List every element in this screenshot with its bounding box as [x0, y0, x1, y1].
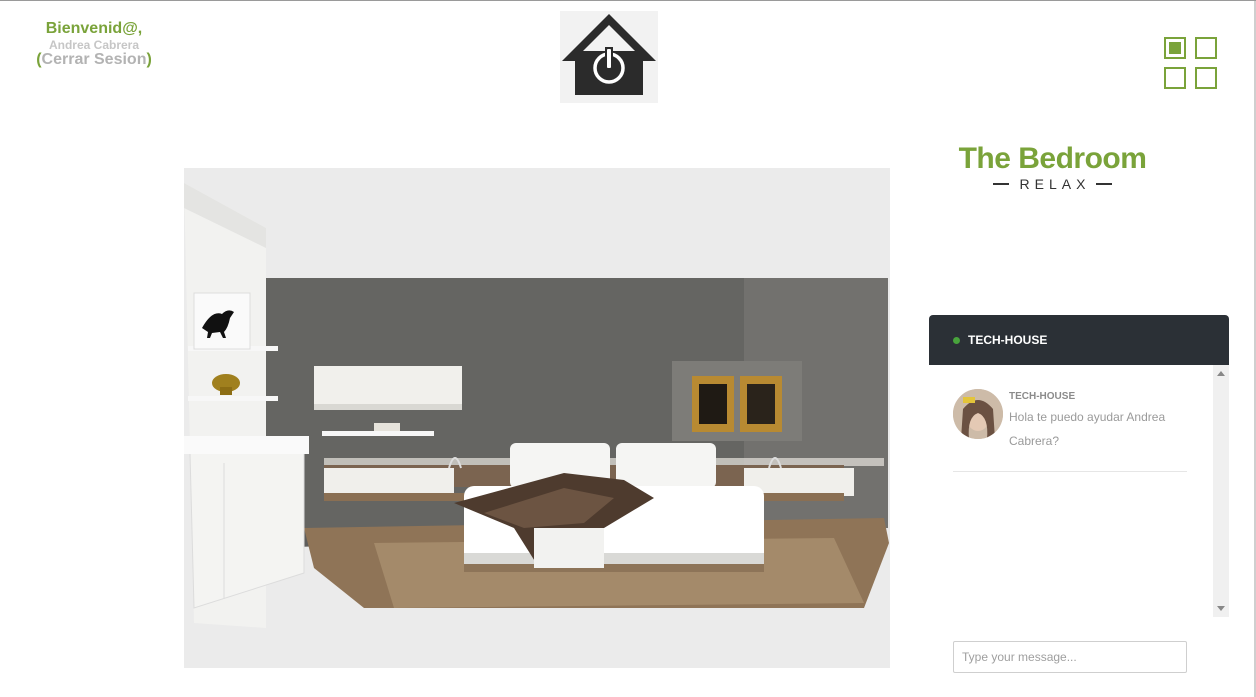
- scroll-up-icon[interactable]: [1217, 371, 1225, 376]
- chat-header[interactable]: TECH-HOUSE: [929, 315, 1229, 365]
- subtitle-divider-right: [1096, 183, 1113, 185]
- room-title: The Bedroom: [958, 142, 1147, 175]
- user-name: Andrea Cabrera: [48, 38, 140, 52]
- chat-body: TECH-HOUSE Hola te puedo ayudar Andrea C…: [929, 365, 1229, 617]
- online-status-dot: [953, 336, 960, 344]
- subtitle-divider-left: [992, 183, 1009, 185]
- message-author: TECH-HOUSE: [1009, 391, 1076, 402]
- grid-menu-icon[interactable]: [1164, 37, 1220, 93]
- grid-cell-active: [1164, 37, 1186, 59]
- avatar: [953, 389, 1003, 439]
- grid-cell: [1195, 37, 1217, 59]
- room-title-block: The Bedroom RELAX: [940, 142, 1165, 192]
- room-subtitle-row: RELAX: [940, 176, 1165, 192]
- bedroom-photo: [184, 168, 890, 668]
- welcome-text: Bienvenid@,: [45, 20, 143, 37]
- grid-cell: [1195, 67, 1217, 89]
- chat-title: TECH-HOUSE: [968, 333, 1048, 347]
- room-subtitle: RELAX: [1019, 176, 1091, 192]
- grid-cell: [1164, 67, 1186, 89]
- logout-paren-close: ): [146, 51, 152, 68]
- house-power-icon[interactable]: [560, 11, 658, 103]
- scroll-down-icon[interactable]: [1217, 606, 1225, 611]
- message-input[interactable]: [953, 641, 1187, 673]
- chat-scrollbar[interactable]: [1213, 365, 1229, 617]
- welcome-block: Bienvenid@, Andrea Cabrera (Cerrar Sesio…: [32, 21, 156, 68]
- logout-link[interactable]: (Cerrar Sesion): [32, 52, 156, 68]
- logout-label: Cerrar Sesion: [41, 51, 147, 68]
- chat-message: TECH-HOUSE Hola te puedo ayudar Andrea C…: [953, 389, 1187, 472]
